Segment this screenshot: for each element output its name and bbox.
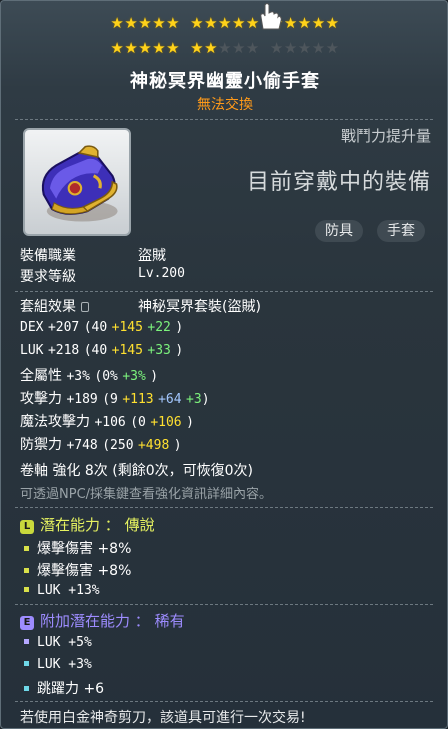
rare-badge-icon: E <box>20 616 34 630</box>
bullet-icon <box>24 639 29 644</box>
stat-bonus-b: +33 <box>147 343 171 358</box>
bonus-line-text: 跳躍力 +6 <box>37 681 105 697</box>
stat-base: (0 <box>130 415 146 430</box>
stat-row: 魔法攻擊力 +106 (0 +106 ) <box>20 411 194 431</box>
bullet-icon <box>24 686 29 691</box>
potential-line: 爆擊傷害 +8% <box>20 560 131 580</box>
potential-line: 爆擊傷害 +8% <box>20 538 131 558</box>
stat-name: 防禦力 <box>20 437 62 453</box>
job-label: 裝備職業 <box>20 248 76 264</box>
divider <box>15 119 433 120</box>
upgrade-hint: 可透過NPC/採集鍵查看強化資訊詳細內容。 <box>20 487 273 502</box>
stat-row: 全屬性 +3% (0% +3% ) <box>20 365 158 385</box>
legendary-badge-icon: L <box>20 520 34 534</box>
bonus-line-text: LUK +5% <box>37 635 92 650</box>
scissors-footer-note: 若使用白金神奇剪刀，該道具可進行一次交易! <box>20 710 306 726</box>
stat-base: (9 <box>102 392 118 407</box>
job-row: 裝備職業 盜賊 <box>20 245 166 265</box>
bullet-icon <box>24 661 29 666</box>
stat-base: (0% <box>94 369 118 384</box>
tag-armor: 防具 <box>315 220 363 242</box>
stat-row: 防禦力 +748 (250 +498 ) <box>20 434 182 454</box>
stat-name: 魔法攻擊力 <box>20 414 90 430</box>
stat-total: +106 <box>94 415 126 430</box>
stat-total: +748 <box>66 438 98 453</box>
potential-label: 潛在能力 <box>40 516 101 534</box>
potential-grade: 傳說 <box>124 516 155 534</box>
bonus-potential-header: E 附加潛在能力 ： 稀有 <box>20 610 185 631</box>
stat-total: +3% <box>66 369 90 384</box>
divider <box>15 507 433 508</box>
hand-cursor-icon <box>260 3 282 30</box>
potential-line: LUK +13% <box>20 582 100 598</box>
stat-bonus-a: +498 <box>137 438 170 453</box>
set-effect-row[interactable]: 套組效果 神秘冥界套裝(盜賊) <box>20 296 261 316</box>
stat-bonus-b: +64 <box>158 392 182 407</box>
stat-base: (40 <box>83 320 108 335</box>
stat-name: 全屬性 <box>20 368 62 384</box>
combat-power-label: 戰鬥力提升量 <box>340 127 431 145</box>
bonus-potential-sep: ： <box>134 612 150 630</box>
stat-base: (40 <box>83 343 108 358</box>
stat-bonus-a: +106 <box>150 415 182 430</box>
set-effect-label: 套組效果 <box>20 299 76 315</box>
scroll-upgrade-info: 卷軸 強化 8次 (剩餘0次，可恢復0次) <box>20 463 253 479</box>
equipped-label: 目前穿戴中的裝備 <box>246 170 431 195</box>
level-row: 要求等級 Lv.200 <box>20 266 185 286</box>
stat-bonus-b: +22 <box>147 320 171 335</box>
stat-name: 攻擊力 <box>20 391 62 407</box>
job-value: 盜賊 <box>138 248 166 264</box>
set-effect-value: 神秘冥界套裝(盜賊) <box>138 299 261 315</box>
glove-icon <box>41 145 118 222</box>
bullet-icon <box>24 587 29 592</box>
level-label: 要求等級 <box>20 269 76 285</box>
divider <box>15 604 433 605</box>
star-force-row-1: ★★★★★ ★★★★★ ★★★★★ <box>110 14 340 32</box>
stat-close: ) <box>175 343 184 358</box>
bonus-potential-line: LUK +5% <box>20 634 92 650</box>
bonus-potential-line: LUK +3% <box>20 656 92 672</box>
tag-gloves: 手套 <box>377 220 425 242</box>
potential-line-text: LUK +13% <box>37 583 100 598</box>
stat-bonus-a: +145 <box>111 343 143 358</box>
stat-close: ) <box>150 369 159 384</box>
trade-status: 無法交換 <box>197 97 253 113</box>
bonus-potential-line: 跳躍力 +6 <box>20 678 104 698</box>
stat-name: LUK <box>20 343 44 358</box>
bullet-icon <box>24 546 29 551</box>
bullet-icon <box>24 568 29 573</box>
stat-bonus-a: +145 <box>111 320 143 335</box>
stat-bonus-a: +113 <box>122 392 154 407</box>
stat-total: +189 <box>66 392 98 407</box>
stat-name: DEX <box>20 320 44 335</box>
item-name: 神秘冥界幽靈小偷手套 <box>130 71 320 92</box>
potential-line-text: 爆擊傷害 +8% <box>37 541 132 557</box>
stat-close: ) <box>175 320 184 335</box>
stat-close: ) <box>173 438 182 453</box>
stat-close: ) <box>201 392 210 407</box>
item-icon-frame <box>23 128 131 236</box>
divider <box>15 291 433 292</box>
lock-icon <box>81 302 89 312</box>
stat-total: +218 <box>47 343 80 358</box>
bonus-potential-grade: 稀有 <box>154 612 185 630</box>
stat-total: +207 <box>47 320 80 335</box>
level-value: Lv.200 <box>138 266 185 281</box>
stat-bonus-c: +3 <box>186 392 202 407</box>
bonus-line-text: LUK +3% <box>37 657 92 672</box>
potential-header: L 潛在能力 ： 傳說 <box>20 514 155 535</box>
divider <box>15 701 433 702</box>
stat-bonus-a: +3% <box>122 369 146 384</box>
potential-line-text: 爆擊傷害 +8% <box>37 563 132 579</box>
stat-base: (250 <box>102 438 134 453</box>
stat-row: LUK +218 (40 +145 +33 ) <box>20 342 183 358</box>
stat-close: ) <box>186 415 194 430</box>
potential-sep: ： <box>104 516 120 534</box>
star-force-row-2: ★★★★★ ★★★★★ ★★★★★ <box>110 39 340 57</box>
bonus-potential-label: 附加潛在能力 <box>40 612 131 630</box>
item-tooltip: ★★★★★ ★★★★★ ★★★★★ ★★★★★ ★★★★★ ★★★★★ 神秘冥界幽靈小偷… <box>0 0 448 729</box>
stat-row: 攻擊力 +189 (9 +113 +64 +3) <box>20 388 210 408</box>
stat-row: DEX +207 (40 +145 +22 ) <box>20 319 183 335</box>
